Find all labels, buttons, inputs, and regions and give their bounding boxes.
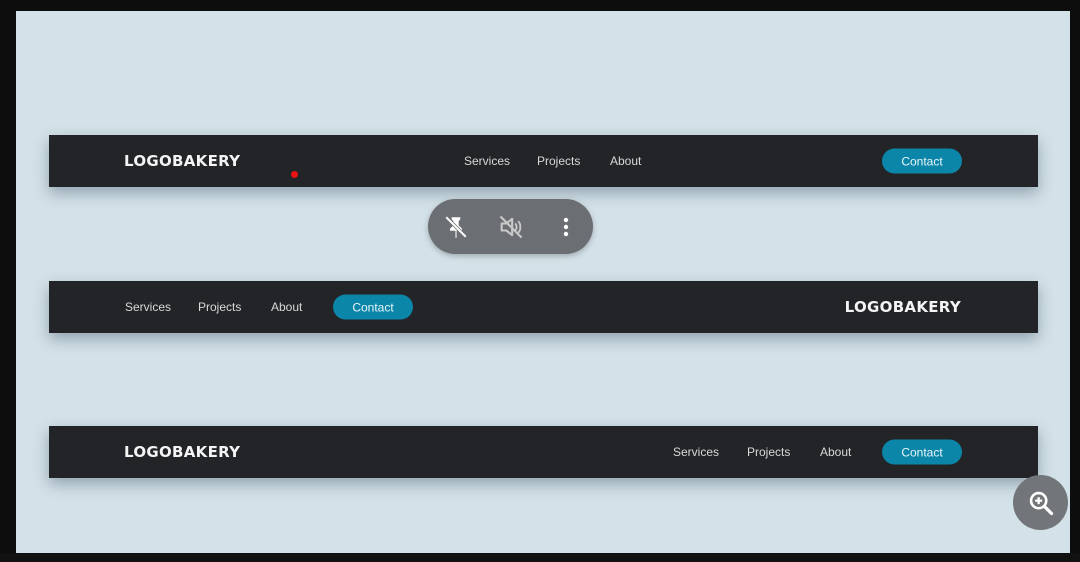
contact-button[interactable]: Contact	[333, 294, 413, 320]
nav-link-about[interactable]: About	[820, 445, 851, 459]
cursor-indicator	[291, 171, 298, 178]
zoom-in-button[interactable]	[1013, 475, 1068, 530]
nav-link-projects[interactable]: Projects	[537, 154, 580, 168]
mute-icon[interactable]	[483, 199, 538, 254]
unpin-icon[interactable]	[428, 199, 483, 254]
nav-link-projects[interactable]: Projects	[747, 445, 790, 459]
nav-link-services[interactable]: Services	[673, 445, 719, 459]
nav-link-projects[interactable]: Projects	[198, 300, 241, 314]
more-vertical-icon[interactable]	[538, 199, 593, 254]
contact-button[interactable]: Contact	[882, 439, 962, 465]
nav-link-about[interactable]: About	[610, 154, 641, 168]
navbar-links-right: LOGOBAKERY Services Projects About Conta…	[49, 426, 1038, 478]
nav-link-about[interactable]: About	[271, 300, 302, 314]
logo[interactable]: LOGOBAKERY	[124, 443, 240, 461]
nav-link-services[interactable]: Services	[464, 154, 510, 168]
contact-button[interactable]: Contact	[882, 148, 962, 174]
logo[interactable]: LOGOBAKERY	[124, 152, 240, 170]
nav-link-services[interactable]: Services	[125, 300, 171, 314]
bottom-strip	[0, 553, 1080, 562]
logo[interactable]: LOGOBAKERY	[845, 298, 961, 316]
zoom-in-icon	[1029, 491, 1053, 515]
navbar-links-left: Services Projects About Contact LOGOBAKE…	[49, 281, 1038, 333]
floating-media-controls	[428, 199, 593, 254]
navbar-centered-links: LOGOBAKERY Services Projects About Conta…	[49, 135, 1038, 187]
